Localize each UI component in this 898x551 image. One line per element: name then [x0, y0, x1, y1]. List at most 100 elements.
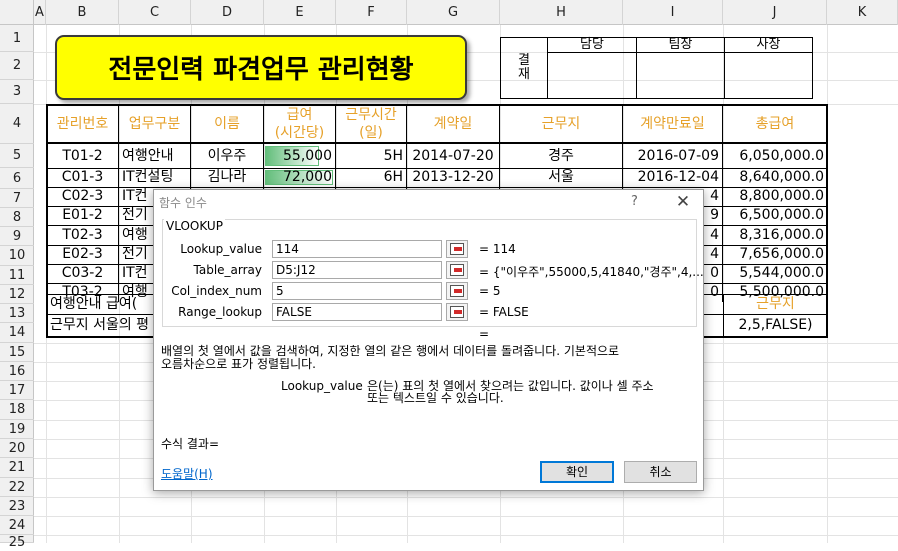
- row-header[interactable]: 14: [0, 323, 34, 343]
- cell-contract-date[interactable]: 2014-07-20: [407, 144, 500, 168]
- cell-location[interactable]: 경주: [500, 144, 623, 168]
- header-id[interactable]: 관리번호: [47, 104, 119, 143]
- column-header-d[interactable]: D: [191, 0, 264, 25]
- close-icon[interactable]: ✕: [672, 190, 694, 214]
- col-index-num-input[interactable]: 5: [272, 282, 442, 300]
- row-header[interactable]: 6: [0, 168, 34, 189]
- header-category[interactable]: 업무구분: [119, 104, 191, 143]
- title-shape[interactable]: 전문인력 파견업무 관리현황: [55, 35, 467, 100]
- select-all-corner[interactable]: [0, 0, 34, 25]
- cell-name[interactable]: 김나라: [191, 168, 264, 187]
- row-header[interactable]: 23: [0, 497, 34, 516]
- row-header[interactable]: 5: [0, 144, 34, 168]
- row-header[interactable]: 24: [0, 516, 34, 535]
- row-header[interactable]: 25: [0, 535, 34, 550]
- cell-total-pay[interactable]: 8,800,000.0: [723, 187, 827, 206]
- approval-sign-cell[interactable]: [637, 53, 725, 98]
- page-title: 전문인력 파견업무 관리현황: [108, 55, 414, 85]
- help-question-icon[interactable]: ?: [631, 194, 638, 209]
- collapse-dialog-button[interactable]: [446, 240, 468, 258]
- cell-total-pay[interactable]: 7,656,000.0: [723, 245, 827, 264]
- cell-id[interactable]: E01-2: [47, 206, 119, 225]
- summary-label-2[interactable]: 근무지 서울의 평: [48, 315, 168, 336]
- row-header[interactable]: 16: [0, 362, 34, 381]
- summary-right-1[interactable]: 근무지: [723, 294, 827, 315]
- header-name[interactable]: 이름: [191, 104, 264, 143]
- table-array-input[interactable]: D5:J12: [272, 261, 442, 279]
- approval-sign-cell[interactable]: [548, 53, 637, 98]
- cell-id[interactable]: C03-2: [47, 264, 119, 283]
- cell-total-pay[interactable]: 8,316,000.0: [723, 225, 827, 245]
- dialog-titlebar[interactable]: 함수 인수 ? ✕: [154, 190, 703, 214]
- column-header-b[interactable]: B: [46, 0, 119, 25]
- row-header[interactable]: 19: [0, 420, 34, 439]
- cell-total-pay[interactable]: 6,500,000.0: [723, 206, 827, 225]
- row-header-bar: 1 2 3 4 5 6 7 8 9 10 11 12 13 14 15 16 1…: [0, 25, 34, 550]
- row-header[interactable]: 2: [0, 52, 34, 80]
- column-header-f[interactable]: F: [336, 0, 407, 25]
- column-header-k[interactable]: K: [827, 0, 898, 25]
- cell-id[interactable]: C01-3: [47, 168, 119, 187]
- header-salary[interactable]: 급여 (시간당): [264, 104, 336, 143]
- collapse-dialog-button[interactable]: [446, 261, 468, 279]
- cell-total-pay[interactable]: 8,640,000.0: [723, 168, 827, 187]
- range-select-icon: [450, 264, 464, 276]
- cell-id[interactable]: T02-3: [47, 225, 119, 245]
- column-header-e[interactable]: E: [264, 0, 336, 25]
- cell-category[interactable]: 여행안내: [119, 144, 191, 168]
- cell-hours[interactable]: 5H: [336, 144, 407, 168]
- row-header[interactable]: 9: [0, 227, 34, 246]
- approval-sign-cell[interactable]: [725, 53, 812, 98]
- column-header-h[interactable]: H: [500, 0, 623, 25]
- cell-total-pay[interactable]: 5,544,000.0: [723, 264, 827, 283]
- row-header[interactable]: 7: [0, 189, 34, 208]
- row-header[interactable]: 4: [0, 104, 34, 144]
- cell-salary[interactable]: 72,000: [264, 168, 336, 187]
- cell-contract-date[interactable]: 2013-12-20: [407, 168, 500, 187]
- row-header[interactable]: 21: [0, 458, 34, 478]
- column-header-j[interactable]: J: [723, 0, 827, 25]
- cell-salary[interactable]: 55,000: [264, 144, 336, 168]
- header-hours[interactable]: 근무시간 (일): [336, 104, 407, 143]
- cell-id[interactable]: E02-3: [47, 245, 119, 264]
- collapse-dialog-button[interactable]: [446, 282, 468, 300]
- column-header-a[interactable]: A: [34, 0, 46, 25]
- collapse-dialog-button[interactable]: [446, 303, 468, 321]
- row-header[interactable]: 8: [0, 208, 34, 227]
- header-location[interactable]: 근무지: [500, 104, 623, 143]
- range-lookup-input[interactable]: FALSE: [272, 303, 442, 321]
- row-header[interactable]: 22: [0, 478, 34, 497]
- summary-label-1[interactable]: 여행안내 급여(: [48, 294, 168, 315]
- row-header[interactable]: 3: [0, 80, 34, 104]
- cell-name[interactable]: 이우주: [191, 144, 264, 168]
- column-header-c[interactable]: C: [119, 0, 191, 25]
- header-total-pay[interactable]: 총급여: [723, 104, 827, 143]
- cell-id[interactable]: C02-3: [47, 187, 119, 206]
- header-contract-date[interactable]: 계약일: [407, 104, 500, 143]
- row-header[interactable]: 13: [0, 304, 34, 323]
- help-link[interactable]: 도움말(H): [161, 465, 213, 482]
- row-header[interactable]: 18: [0, 400, 34, 420]
- row-header[interactable]: 10: [0, 246, 34, 266]
- cell-id[interactable]: T01-2: [47, 144, 119, 168]
- row-header[interactable]: 15: [0, 343, 34, 362]
- arg-label-table-array: Table_array: [193, 263, 263, 277]
- summary-right-2[interactable]: 2,5,FALSE): [723, 315, 827, 336]
- cell-expiry-date[interactable]: 2016-07-09: [623, 144, 723, 168]
- column-header-i[interactable]: I: [623, 0, 723, 25]
- row-header[interactable]: 11: [0, 266, 34, 285]
- header-expiry-date[interactable]: 계약만료일: [623, 104, 723, 143]
- cell-total-pay[interactable]: 6,050,000.0: [723, 144, 827, 168]
- row-header[interactable]: 17: [0, 381, 34, 400]
- cancel-button[interactable]: 취소: [624, 461, 697, 483]
- cell-expiry-date[interactable]: 2016-12-04: [623, 168, 723, 187]
- column-header-g[interactable]: G: [407, 0, 500, 25]
- row-header[interactable]: 1: [0, 25, 34, 52]
- cell-hours[interactable]: 6H: [336, 168, 407, 187]
- row-header[interactable]: 20: [0, 439, 34, 458]
- row-header[interactable]: 12: [0, 285, 34, 304]
- ok-button[interactable]: 확인: [540, 461, 614, 483]
- cell-category[interactable]: IT컨설팅: [119, 168, 191, 187]
- lookup-value-input[interactable]: 114: [272, 240, 442, 258]
- cell-location[interactable]: 서울: [500, 168, 623, 187]
